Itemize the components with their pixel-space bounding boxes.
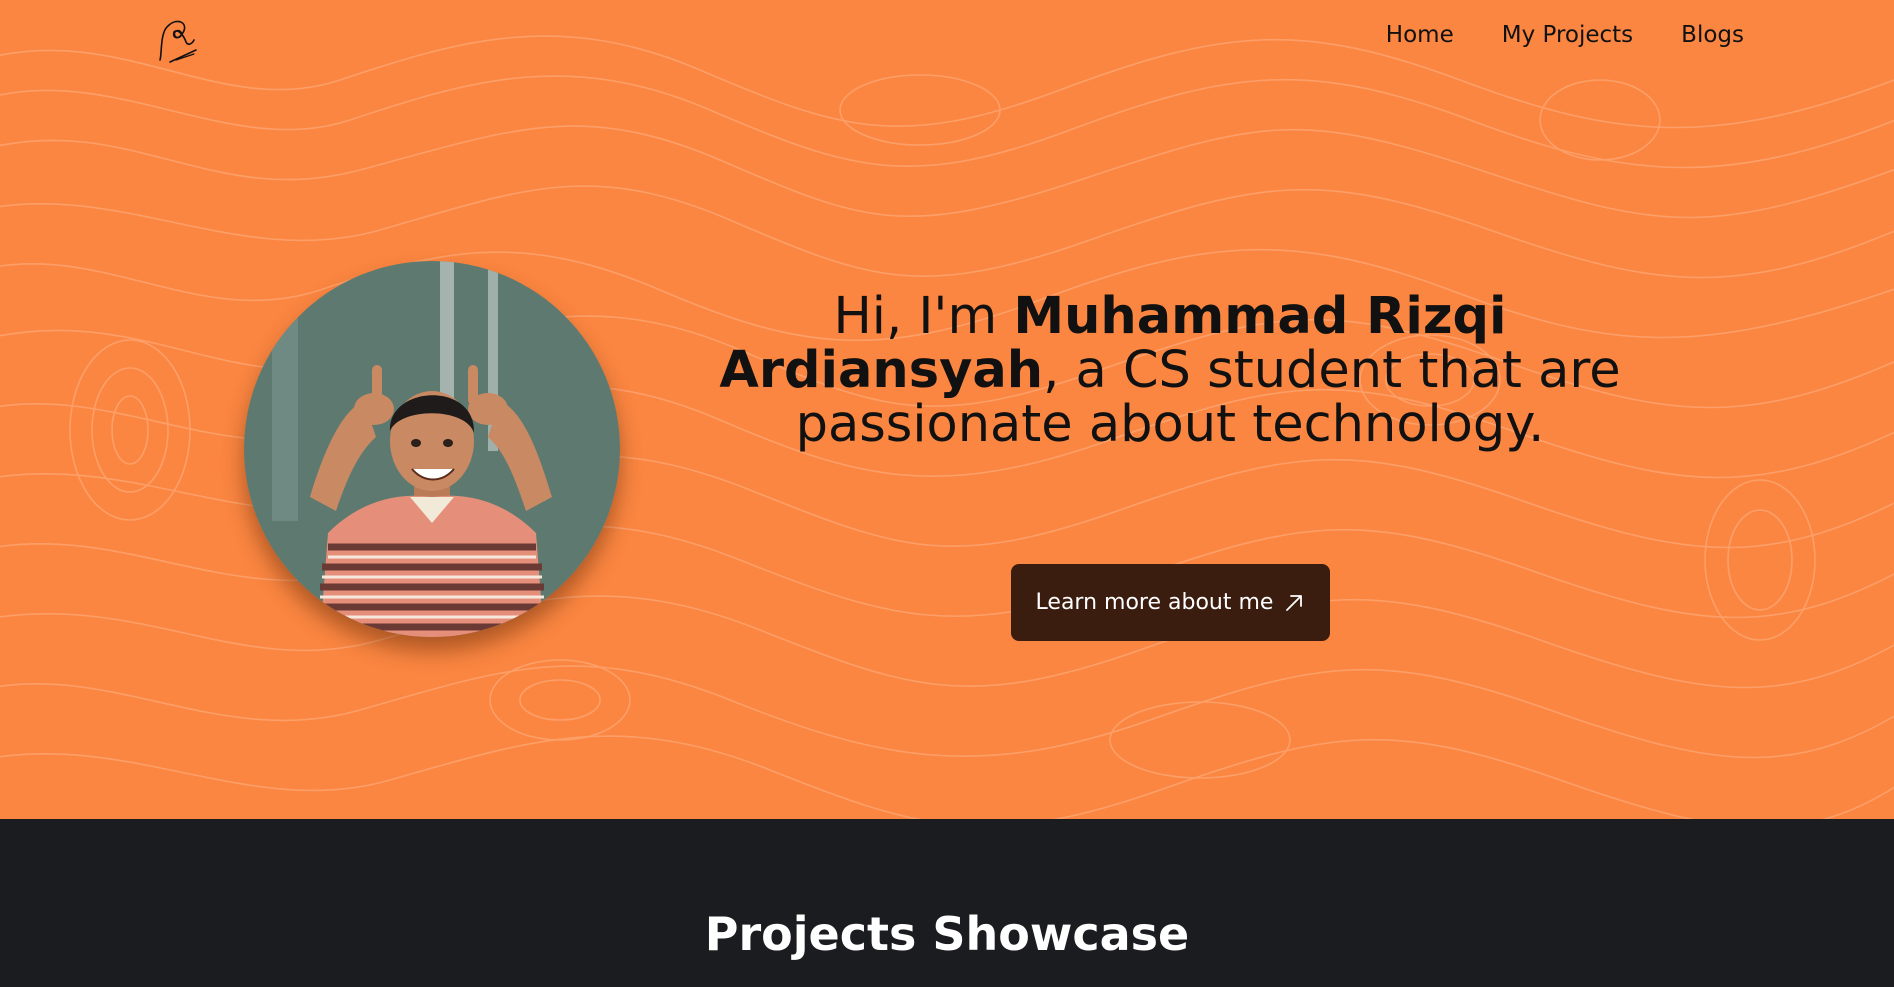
signature-logo-icon[interactable] bbox=[156, 10, 204, 68]
main-nav: Home My Projects Blogs bbox=[1386, 22, 1744, 48]
projects-section: Projects Showcase bbox=[0, 819, 1894, 987]
intro-prefix: Hi, I'm bbox=[833, 287, 1014, 346]
arrow-up-right-icon bbox=[1286, 594, 1303, 611]
nav-home-link[interactable]: Home bbox=[1386, 22, 1454, 48]
nav-blogs-link[interactable]: Blogs bbox=[1681, 22, 1744, 48]
hero-intro-text: Hi, I'm Muhammad Rizqi Ardiansyah, a CS … bbox=[660, 290, 1680, 452]
nav-my-projects-link[interactable]: My Projects bbox=[1502, 22, 1633, 48]
learn-more-label: Learn more about me bbox=[1035, 590, 1274, 615]
hero-section: Home My Projects Blogs Hi, I'm Muhammad … bbox=[0, 0, 1894, 819]
projects-title: Projects Showcase bbox=[704, 907, 1190, 961]
profile-photo bbox=[244, 261, 620, 637]
learn-more-button[interactable]: Learn more about me bbox=[1011, 564, 1330, 641]
